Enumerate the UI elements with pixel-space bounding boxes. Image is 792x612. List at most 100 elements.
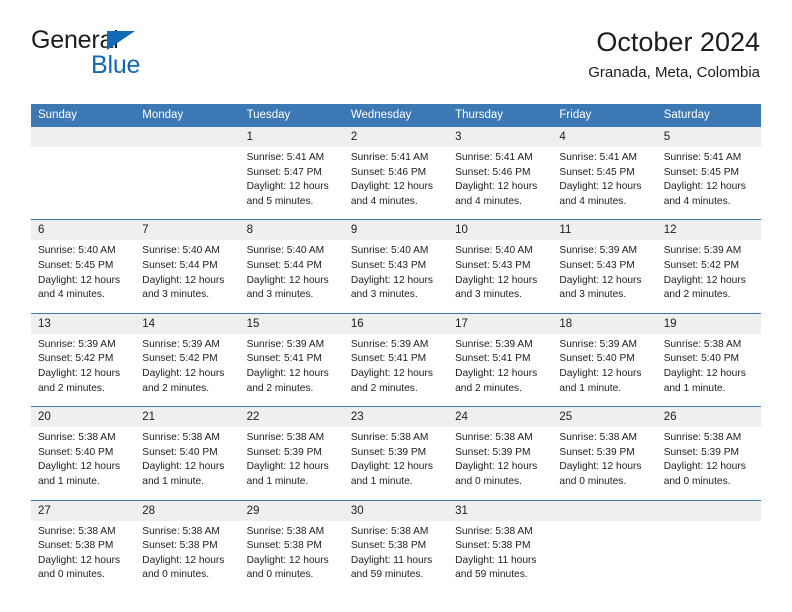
day-number: 28 bbox=[135, 500, 240, 521]
calendar-day-cell[interactable]: 4 Sunrise: 5:41 AM Sunset: 5:45 PM Daylight… bbox=[552, 127, 657, 220]
day-details: Sunrise: 5:38 AM Sunset: 5:39 PM Daylight:… bbox=[240, 427, 344, 499]
day-details bbox=[135, 147, 239, 209]
calendar-day-cell[interactable]: 20 Sunrise: 5:38 AM Sunset: 5:40 PM Dayligh… bbox=[31, 406, 136, 500]
sunset-text: Sunset: 5:41 PM bbox=[246, 353, 322, 365]
daylight-text-line2: and 0 minutes. bbox=[142, 569, 210, 581]
sunset-text: Sunset: 5:39 PM bbox=[559, 446, 635, 458]
calendar-table: Sunday Monday Tuesday Wednesday Thursday… bbox=[31, 104, 761, 593]
sunrise-text: Sunrise: 5:39 AM bbox=[246, 338, 325, 350]
calendar-day-cell[interactable]: 27 Sunrise: 5:38 AM Sunset: 5:38 PM Dayligh… bbox=[31, 499, 136, 593]
calendar-day-cell[interactable]: 12 Sunrise: 5:39 AM Sunset: 5:42 PM Dayligh… bbox=[656, 219, 761, 314]
sunrise-text: Sunrise: 5:38 AM bbox=[455, 432, 533, 444]
sunset-text: Sunset: 5:40 PM bbox=[559, 353, 635, 365]
day-details: Sunrise: 5:40 AM Sunset: 5:44 PM Daylight:… bbox=[240, 240, 344, 312]
day-details: Sunrise: 5:39 AM Sunset: 5:41 PM Daylight:… bbox=[448, 334, 552, 406]
day-number: 21 bbox=[135, 407, 240, 428]
calendar-day-cell[interactable]: 10 Sunrise: 5:40 AM Sunset: 5:43 PM Dayligh… bbox=[448, 219, 553, 314]
general-blue-logo: General Blue bbox=[31, 26, 231, 86]
calendar-day-cell[interactable]: 22 Sunrise: 5:38 AM Sunset: 5:39 PM Dayligh… bbox=[239, 406, 344, 500]
day-details: Sunrise: 5:38 AM Sunset: 5:39 PM Daylight:… bbox=[344, 427, 448, 499]
day-number: 20 bbox=[31, 407, 136, 428]
daylight-text-line2: and 1 minute. bbox=[559, 382, 622, 394]
day-details: Sunrise: 5:40 AM Sunset: 5:44 PM Daylight:… bbox=[135, 240, 239, 312]
day-details: Sunrise: 5:39 AM Sunset: 5:42 PM Daylight:… bbox=[31, 334, 135, 406]
sunset-text: Sunset: 5:42 PM bbox=[663, 259, 740, 271]
calendar-day-cell[interactable]: 5 Sunrise: 5:41 AM Sunset: 5:45 PM Daylight… bbox=[656, 127, 761, 220]
daylight-text-line2: and 0 minutes. bbox=[38, 569, 105, 581]
sunset-text: Sunset: 5:44 PM bbox=[142, 259, 218, 271]
day-details: Sunrise: 5:40 AM Sunset: 5:43 PM Daylight:… bbox=[448, 240, 552, 312]
daylight-text-line2: and 4 minutes. bbox=[559, 195, 627, 207]
sunset-text: Sunset: 5:43 PM bbox=[455, 259, 531, 271]
sunset-text: Sunset: 5:39 PM bbox=[246, 446, 322, 458]
day-details: Sunrise: 5:39 AM Sunset: 5:42 PM Daylight:… bbox=[135, 334, 239, 406]
day-details: Sunrise: 5:38 AM Sunset: 5:38 PM Daylight:… bbox=[448, 521, 552, 593]
day-number: 2 bbox=[343, 127, 449, 147]
sunset-text: Sunset: 5:43 PM bbox=[350, 259, 427, 271]
calendar-day-cell[interactable]: 19 Sunrise: 5:38 AM Sunset: 5:40 PM Dayligh… bbox=[656, 312, 761, 407]
calendar-day-cell[interactable]: 24 Sunrise: 5:38 AM Sunset: 5:39 PM Dayligh… bbox=[448, 406, 553, 500]
daylight-text-line2: and 2 minutes. bbox=[38, 382, 105, 394]
sunset-text: Sunset: 5:46 PM bbox=[455, 166, 531, 178]
calendar-day-cell[interactable]: 29 Sunrise: 5:38 AM Sunset: 5:38 PM Dayligh… bbox=[239, 499, 344, 593]
day-details: Sunrise: 5:40 AM Sunset: 5:45 PM Daylight:… bbox=[31, 240, 135, 312]
sunrise-text: Sunrise: 5:38 AM bbox=[246, 525, 325, 537]
daylight-text-line1: Daylight: 12 hours bbox=[455, 367, 538, 379]
sunrise-text: Sunrise: 5:41 AM bbox=[663, 152, 742, 163]
calendar-day-cell[interactable]: 17 Sunrise: 5:39 AM Sunset: 5:41 PM Dayligh… bbox=[448, 312, 553, 407]
daylight-text-line1: Daylight: 12 hours bbox=[246, 181, 329, 193]
calendar-day-cell[interactable]: 3 Sunrise: 5:41 AM Sunset: 5:46 PM Daylight… bbox=[448, 127, 553, 220]
calendar-day-cell[interactable]: 14 Sunrise: 5:39 AM Sunset: 5:42 PM Dayligh… bbox=[135, 312, 240, 407]
page-title: October 2024 bbox=[596, 27, 760, 57]
calendar-day-cell[interactable]: 26 Sunrise: 5:38 AM Sunset: 5:39 PM Dayligh… bbox=[656, 406, 761, 500]
calendar-day-cell[interactable]: 8 Sunrise: 5:40 AM Sunset: 5:44 PM Daylight… bbox=[239, 219, 344, 314]
day-number: 27 bbox=[31, 500, 136, 521]
calendar-empty-cell bbox=[552, 499, 657, 593]
daylight-text-line1: Daylight: 12 hours bbox=[663, 274, 746, 286]
daylight-text-line1: Daylight: 12 hours bbox=[663, 181, 746, 193]
calendar-day-cell[interactable]: 11 Sunrise: 5:39 AM Sunset: 5:43 PM Dayligh… bbox=[552, 219, 657, 314]
day-details: Sunrise: 5:41 AM Sunset: 5:46 PM Daylight:… bbox=[344, 147, 448, 219]
sunset-text: Sunset: 5:40 PM bbox=[663, 353, 740, 365]
day-details: Sunrise: 5:41 AM Sunset: 5:47 PM Daylight:… bbox=[240, 147, 344, 219]
day-details: Sunrise: 5:38 AM Sunset: 5:40 PM Daylight:… bbox=[135, 427, 239, 499]
day-details: Sunrise: 5:41 AM Sunset: 5:46 PM Daylight:… bbox=[448, 147, 552, 219]
calendar-day-cell[interactable]: 16 Sunrise: 5:39 AM Sunset: 5:41 PM Dayligh… bbox=[343, 312, 449, 407]
calendar-day-cell[interactable]: 15 Sunrise: 5:39 AM Sunset: 5:41 PM Dayligh… bbox=[239, 312, 344, 407]
calendar-day-cell[interactable]: 9 Sunrise: 5:40 AM Sunset: 5:43 PM Daylight… bbox=[343, 219, 449, 314]
calendar-day-cell[interactable]: 21 Sunrise: 5:38 AM Sunset: 5:40 PM Dayligh… bbox=[135, 406, 240, 500]
sunrise-text: Sunrise: 5:38 AM bbox=[559, 432, 637, 444]
sunrise-text: Sunrise: 5:38 AM bbox=[455, 525, 533, 537]
day-details: Sunrise: 5:38 AM Sunset: 5:40 PM Daylight:… bbox=[657, 334, 761, 406]
day-number: 16 bbox=[343, 313, 449, 334]
calendar-day-cell[interactable]: 18 Sunrise: 5:39 AM Sunset: 5:40 PM Dayligh… bbox=[552, 312, 657, 407]
calendar-day-cell[interactable]: 13 Sunrise: 5:39 AM Sunset: 5:42 PM Dayligh… bbox=[31, 312, 136, 407]
calendar-day-cell[interactable]: 28 Sunrise: 5:38 AM Sunset: 5:38 PM Dayligh… bbox=[135, 499, 240, 593]
daylight-text-line1: Daylight: 12 hours bbox=[246, 367, 329, 379]
calendar-day-cell[interactable]: 25 Sunrise: 5:38 AM Sunset: 5:39 PM Dayligh… bbox=[552, 406, 657, 500]
daylight-text-line1: Daylight: 12 hours bbox=[246, 554, 329, 566]
calendar-week-row: 13 Sunrise: 5:39 AM Sunset: 5:42 PM Dayligh… bbox=[31, 312, 761, 407]
daylight-text-line2: and 59 minutes. bbox=[350, 569, 424, 581]
calendar-day-cell[interactable]: 7 Sunrise: 5:40 AM Sunset: 5:44 PM Daylight… bbox=[135, 219, 240, 314]
day-details: Sunrise: 5:39 AM Sunset: 5:42 PM Daylight:… bbox=[657, 240, 761, 312]
calendar-day-cell[interactable]: 6 Sunrise: 5:40 AM Sunset: 5:45 PM Daylight… bbox=[31, 219, 136, 314]
calendar-day-cell[interactable]: 31 Sunrise: 5:38 AM Sunset: 5:38 PM Dayligh… bbox=[448, 499, 553, 593]
calendar-day-cell[interactable]: 1 Sunrise: 5:41 AM Sunset: 5:47 PM Daylight… bbox=[239, 127, 344, 220]
weekday-header-tuesday: Tuesday bbox=[239, 104, 344, 127]
day-number: 19 bbox=[656, 313, 761, 334]
calendar-day-cell[interactable]: 23 Sunrise: 5:38 AM Sunset: 5:39 PM Dayligh… bbox=[343, 406, 449, 500]
sunset-text: Sunset: 5:39 PM bbox=[663, 446, 740, 458]
calendar-day-cell[interactable]: 2 Sunrise: 5:41 AM Sunset: 5:46 PM Daylight… bbox=[343, 127, 449, 220]
daylight-text-line2: and 1 minute. bbox=[142, 475, 205, 487]
sunset-text: Sunset: 5:41 PM bbox=[455, 353, 531, 365]
daylight-text-line2: and 4 minutes. bbox=[350, 195, 418, 207]
day-number: 24 bbox=[448, 407, 553, 428]
daylight-text-line2: and 2 minutes. bbox=[142, 382, 210, 394]
calendar-day-cell[interactable]: 30 Sunrise: 5:38 AM Sunset: 5:38 PM Dayligh… bbox=[343, 499, 449, 593]
day-details: Sunrise: 5:41 AM Sunset: 5:45 PM Daylight:… bbox=[552, 147, 656, 219]
location-subtitle: Granada, Meta, Colombia bbox=[588, 64, 760, 81]
day-details: Sunrise: 5:40 AM Sunset: 5:43 PM Daylight:… bbox=[344, 240, 448, 312]
calendar-page: General Blue October 2024 Granada, Meta,… bbox=[0, 0, 792, 612]
daylight-text-line2: and 5 minutes. bbox=[246, 195, 314, 207]
